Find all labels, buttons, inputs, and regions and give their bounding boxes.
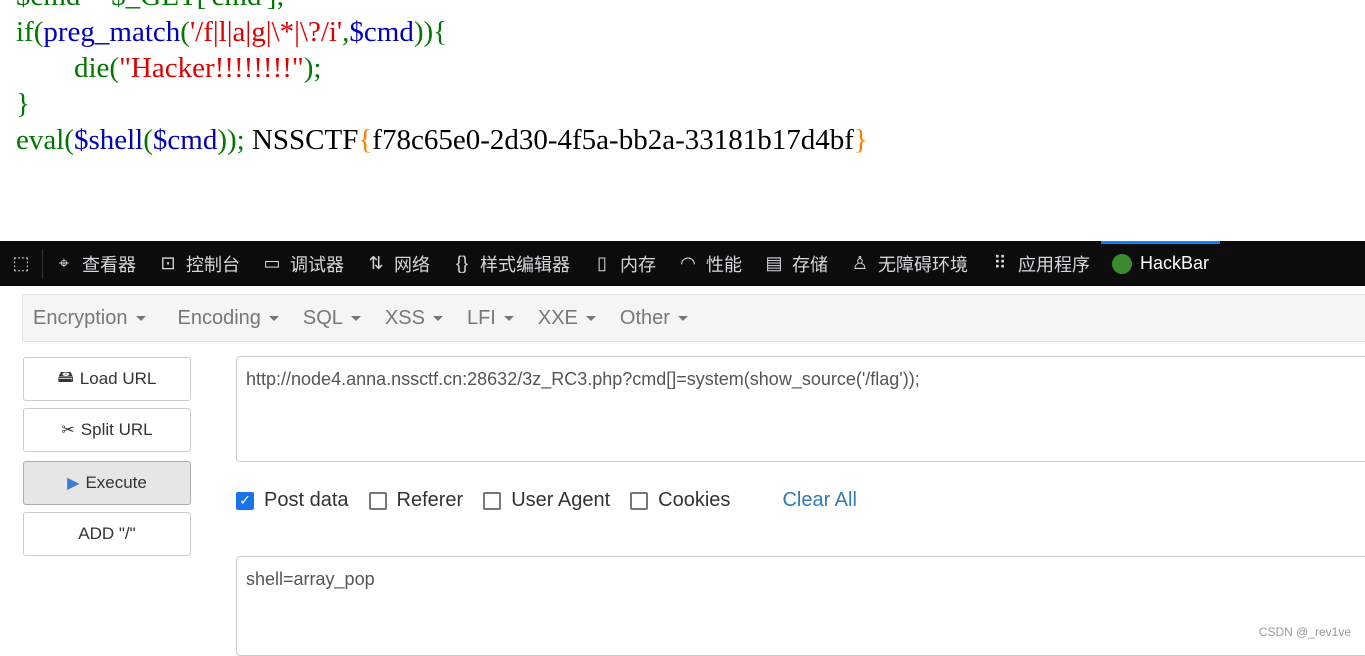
style-editor-icon: {} bbox=[455, 253, 469, 273]
tab-hackbar[interactable]: HackBar bbox=[1101, 241, 1221, 286]
cookies-checkbox[interactable]: Cookies bbox=[630, 489, 730, 512]
checkmark-icon: ✓ bbox=[236, 491, 254, 510]
load-icon: 🖴 bbox=[57, 368, 74, 386]
tab-debugger[interactable]: ▭ 调试器 bbox=[251, 241, 355, 286]
caret-down-icon bbox=[350, 315, 361, 321]
tab-accessibility[interactable]: ♙ 无障碍环境 bbox=[839, 241, 979, 286]
caret-down-icon bbox=[135, 315, 146, 321]
network-icon: ⇅ bbox=[368, 253, 384, 273]
load-url-button[interactable]: 🖴 Load URL bbox=[23, 357, 191, 401]
accessibility-icon: ♙ bbox=[851, 253, 869, 273]
element-picker-button[interactable]: ⬚ bbox=[0, 241, 42, 286]
menu-xss[interactable]: XSS bbox=[375, 307, 453, 330]
split-url-button[interactable]: ✂ Split URL bbox=[23, 408, 191, 452]
caret-down-icon bbox=[677, 315, 688, 321]
execute-button[interactable]: ▶ Execute bbox=[23, 461, 191, 505]
performance-icon: ◠ bbox=[680, 253, 696, 273]
scissors-icon: ✂ bbox=[61, 422, 75, 439]
request-options: ✓ Post data Referer User Agent Cookies Cl… bbox=[236, 489, 857, 512]
tab-performance[interactable]: ◠ 性能 bbox=[667, 241, 753, 286]
menu-encryption[interactable]: Encryption bbox=[23, 307, 156, 330]
tab-style-editor[interactable]: {} 样式编辑器 bbox=[441, 241, 581, 286]
caret-down-icon bbox=[432, 315, 443, 321]
post-data-input[interactable]: shell=array_pop bbox=[236, 556, 1365, 656]
checkbox-box bbox=[483, 491, 502, 510]
user-agent-checkbox[interactable]: User Agent bbox=[483, 489, 610, 512]
code-line: die("Hacker!!!!!!!!"); bbox=[16, 52, 322, 84]
inspector-icon: ⌖ bbox=[58, 253, 70, 273]
storage-icon: ▤ bbox=[765, 253, 783, 273]
referer-checkbox[interactable]: Referer bbox=[368, 489, 463, 512]
tab-network[interactable]: ⇅ 网络 bbox=[355, 241, 441, 286]
menu-other[interactable]: Other bbox=[610, 307, 698, 330]
tab-console[interactable]: ⊡ 控制台 bbox=[147, 241, 251, 286]
watermark: CSDN @_rev1ve bbox=[1258, 625, 1351, 639]
menu-sql[interactable]: SQL bbox=[293, 307, 371, 330]
caret-down-icon bbox=[503, 315, 514, 321]
console-icon: ⊡ bbox=[160, 253, 176, 273]
menu-lfi[interactable]: LFI bbox=[457, 307, 524, 330]
tab-inspector[interactable]: ⌖ 查看器 bbox=[43, 241, 147, 286]
clear-all-link[interactable]: Clear All bbox=[782, 489, 856, 512]
code-line: if(preg_match('/f|l|a|g|\*|\?/i',$cmd)){ bbox=[16, 16, 448, 48]
hackbar-menu: Encryption Encoding SQL XSS LFI XXE Othe… bbox=[22, 294, 1365, 342]
add-slash-button[interactable]: ADD "/" bbox=[23, 512, 191, 556]
checkbox-box bbox=[368, 491, 387, 510]
code-line: } bbox=[16, 88, 30, 120]
hackbar-icon bbox=[1112, 253, 1132, 274]
element-picker-icon: ⬚ bbox=[12, 253, 30, 273]
menu-xxe[interactable]: XXE bbox=[528, 307, 606, 330]
code-line: eval($shell($cmd)); NSSCTF{f78c65e0-2d30… bbox=[16, 124, 868, 156]
code-line: $cmd = $_GET['cmd']; bbox=[16, 0, 868, 14]
debugger-icon: ▭ bbox=[263, 253, 281, 273]
menu-encoding[interactable]: Encoding bbox=[168, 307, 289, 330]
play-icon: ▶ bbox=[67, 475, 80, 492]
application-icon: ⠿ bbox=[993, 253, 1007, 273]
post-data-checkbox[interactable]: ✓ Post data bbox=[236, 489, 349, 512]
tab-memory[interactable]: ▯ 内存 bbox=[581, 241, 667, 286]
url-input[interactable]: http://node4.anna.nssctf.cn:28632/3z_RC3… bbox=[236, 356, 1365, 462]
php-source: $cmd = $_GET['cmd']; if(preg_match('/f|l|… bbox=[16, 0, 868, 158]
devtools-toolbar: ⬚ ⌖ 查看器 ⊡ 控制台 ▭ 调试器 ⇅ 网络 {} 样式编辑器 ▯ 内存 ◠ 性能 ▤ 存储… bbox=[0, 241, 1365, 286]
tab-application[interactable]: ⠿ 应用程序 bbox=[979, 241, 1101, 286]
caret-down-icon bbox=[585, 315, 596, 321]
caret-down-icon bbox=[268, 315, 279, 321]
checkbox-box bbox=[630, 491, 649, 510]
tab-storage[interactable]: ▤ 存储 bbox=[753, 241, 839, 286]
memory-icon: ▯ bbox=[597, 253, 607, 273]
